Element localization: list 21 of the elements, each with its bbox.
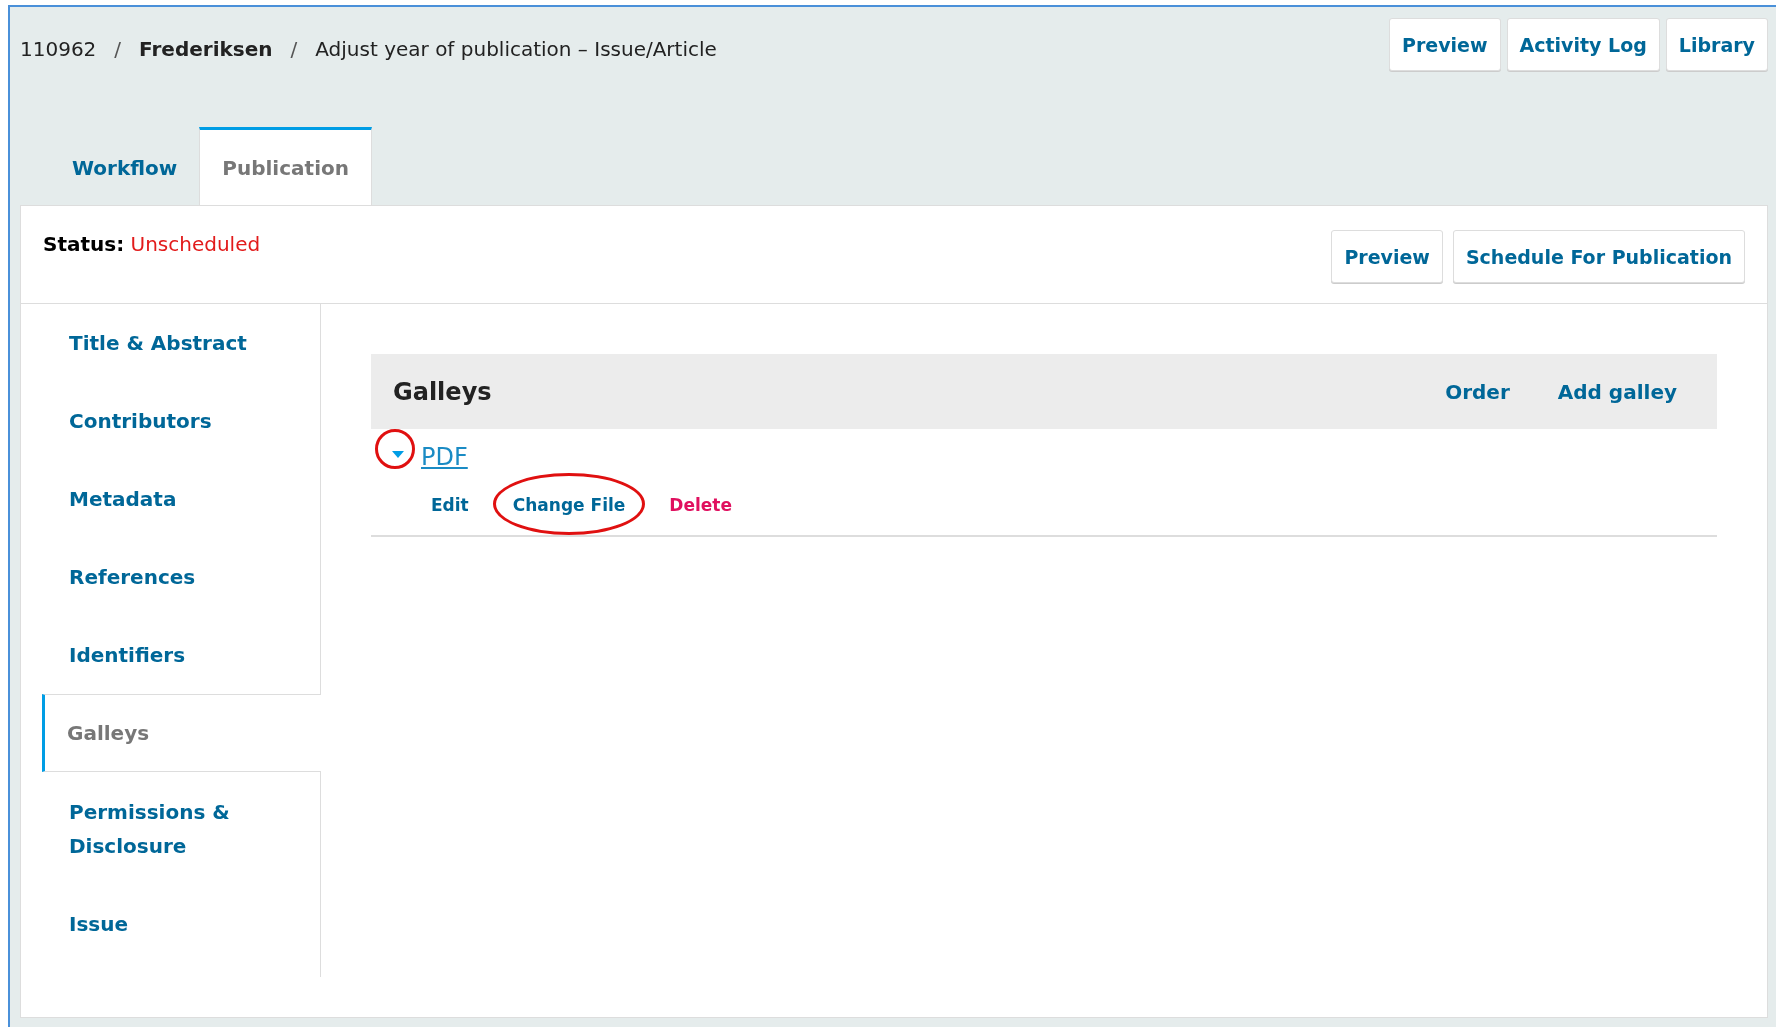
- status-button[interactable]: Preview: [1331, 230, 1443, 283]
- galley-link[interactable]: PDF: [421, 437, 468, 471]
- breadcrumb-separator: /: [290, 37, 298, 61]
- submission-title: Adjust year of publication – Issue/Article: [315, 37, 717, 61]
- status-button[interactable]: Schedule For Publication: [1452, 230, 1745, 283]
- status-text: Status: Unscheduled: [43, 231, 261, 256]
- header-button[interactable]: Preview: [1389, 18, 1501, 71]
- galley-action-link[interactable]: Edit: [431, 495, 469, 515]
- submission-id: 110962: [20, 37, 97, 61]
- galley-action-link[interactable]: Change File: [512, 495, 626, 515]
- galley-action-link[interactable]: Delete: [669, 495, 732, 515]
- header-button[interactable]: Library: [1665, 18, 1768, 71]
- tab[interactable]: Workflow: [50, 127, 200, 205]
- tab[interactable]: Publication: [199, 127, 372, 205]
- sidebar-item[interactable]: Galleys: [42, 694, 321, 772]
- panel-title: Galleys: [393, 377, 492, 406]
- author-name: Frederiksen: [139, 37, 273, 61]
- panel-action-link[interactable]: Order: [1445, 379, 1510, 404]
- panel-action-link[interactable]: Add galley: [1557, 379, 1677, 404]
- header-button[interactable]: Activity Log: [1506, 18, 1660, 71]
- breadcrumb-separator: /: [114, 37, 122, 61]
